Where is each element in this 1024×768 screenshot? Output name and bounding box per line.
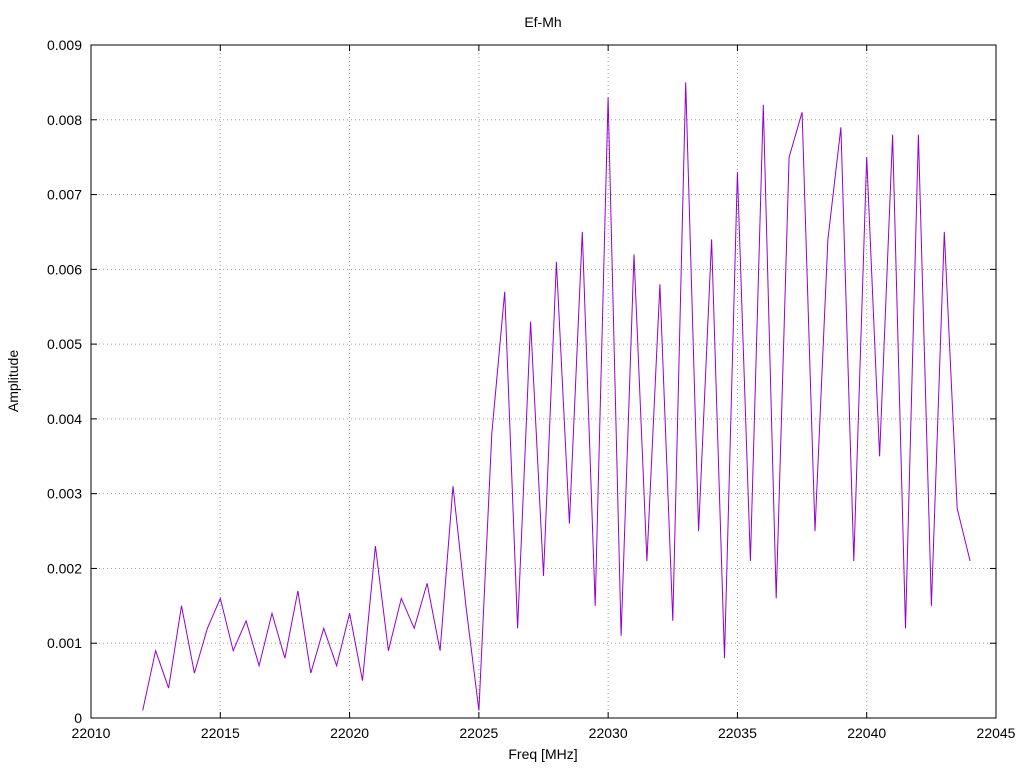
chart-title: Ef-Mh bbox=[524, 14, 561, 30]
x-axis-label: Freq [MHz] bbox=[508, 746, 577, 762]
x-tick-label: 22010 bbox=[72, 725, 111, 741]
y-tick-label: 0.006 bbox=[47, 261, 82, 277]
y-tick-label: 0.004 bbox=[47, 411, 82, 427]
chart: Ef-Mh Amplitude Freq [MHz] 22010 22015 220… bbox=[5, 14, 1016, 762]
x-tick-label: 22015 bbox=[201, 725, 240, 741]
y-tick-label: 0.001 bbox=[47, 635, 82, 651]
series-line bbox=[142, 82, 971, 711]
y-tick-label: 0.003 bbox=[47, 486, 82, 502]
x-tick-label: 22025 bbox=[459, 725, 498, 741]
y-axis-label: Amplitude bbox=[5, 350, 21, 412]
x-tick-label: 22045 bbox=[977, 725, 1016, 741]
y-tick-label: 0.002 bbox=[47, 560, 82, 576]
x-tick-label: 22020 bbox=[330, 725, 369, 741]
x-tick-label: 22030 bbox=[589, 725, 628, 741]
y-tick-label: 0.009 bbox=[47, 37, 82, 53]
y-tick-label: 0.008 bbox=[47, 112, 82, 128]
x-tick-label: 22040 bbox=[847, 725, 886, 741]
ticks bbox=[90, 44, 997, 719]
tick-labels: 22010 22015 22020 22025 22030 22035 22040 22045… bbox=[47, 37, 1016, 741]
y-tick-label: 0.005 bbox=[47, 336, 82, 352]
plot-border bbox=[90, 44, 997, 719]
y-tick-label: 0.007 bbox=[47, 187, 82, 203]
x-tick-label: 22035 bbox=[718, 725, 757, 741]
grid bbox=[91, 45, 996, 718]
y-tick-label: 0 bbox=[74, 710, 82, 726]
